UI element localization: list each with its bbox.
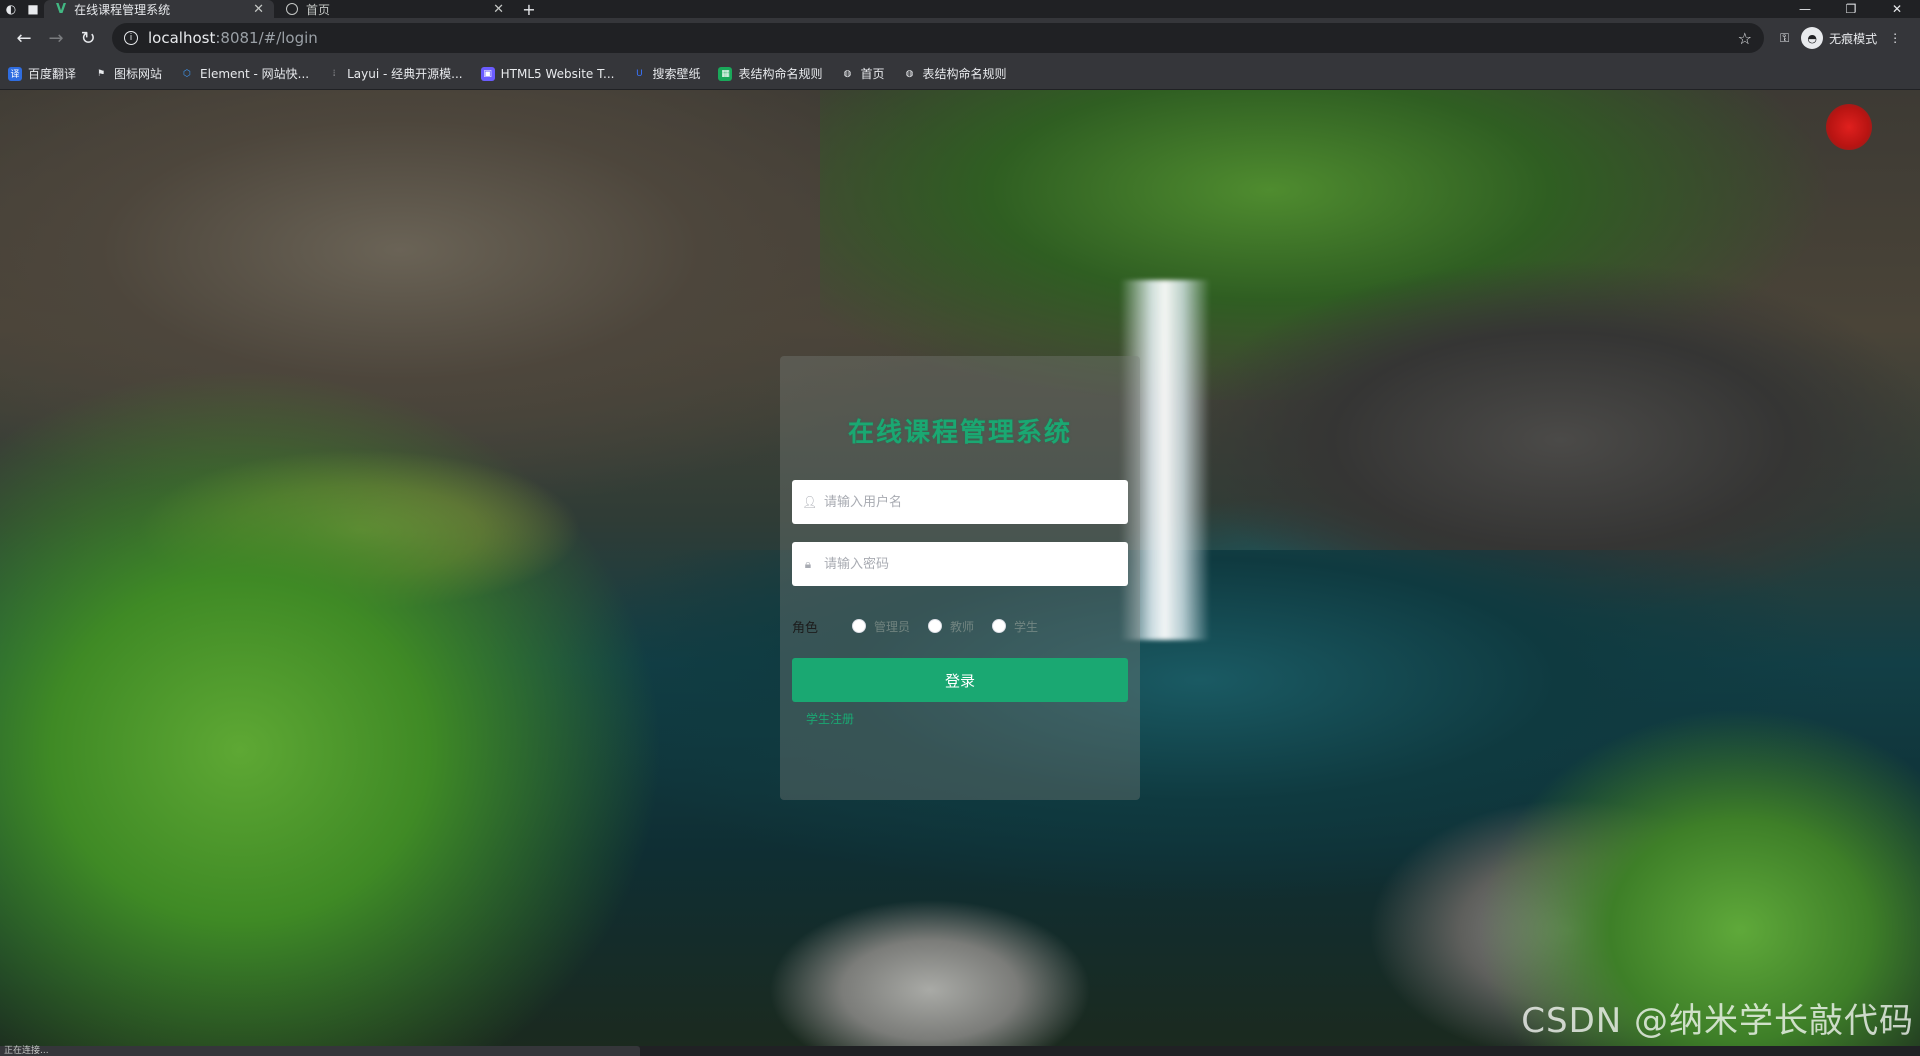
tab-home[interactable]: 首页 ✕ xyxy=(274,0,514,18)
layui-icon: ⦙ xyxy=(333,68,336,79)
cursor-highlight xyxy=(1826,104,1872,150)
role-radio-admin[interactable]: 管理员 xyxy=(852,618,910,635)
page-viewport: 在线课程管理系统 👤︎ 🔒︎ 角色 管理员 教师 学生 登录 xyxy=(0,90,1920,1046)
bookmark-label: 百度翻译 xyxy=(28,67,77,81)
username-field[interactable]: 👤︎ xyxy=(792,480,1128,524)
url-host: localhost xyxy=(148,29,216,47)
login-title: 在线课程管理系统 xyxy=(847,418,1072,448)
bookmark-item[interactable]: ▣ HTML5 Website T... xyxy=(480,66,615,81)
new-tab-button[interactable]: + xyxy=(514,0,544,19)
watermark: CSDN @纳米学长敲代码 xyxy=(1521,1001,1914,1041)
url-path: :8081/#/login xyxy=(215,29,318,47)
tab-course-system[interactable]: V 在线课程管理系统 ✕ xyxy=(44,0,274,18)
close-icon[interactable]: ✕ xyxy=(253,2,264,17)
back-button[interactable]: ← xyxy=(8,22,40,54)
reload-button[interactable]: ↻ xyxy=(72,22,104,54)
flag-icon: ⚑ xyxy=(96,68,106,79)
window-close-icon[interactable]: ✕ xyxy=(1874,0,1920,18)
baidu-translate-icon: 译 xyxy=(8,66,22,81)
tab-search-icon[interactable]: ◐ xyxy=(0,0,22,18)
student-register-link[interactable]: 学生注册 xyxy=(806,710,854,727)
role-radio-student[interactable]: 学生 xyxy=(992,618,1038,635)
bookmark-label: 首页 xyxy=(860,67,885,81)
incognito-icon: ◓ xyxy=(1801,27,1824,49)
more-menu-icon[interactable]: ⋮ xyxy=(1889,31,1901,45)
password-field[interactable]: 🔒︎ xyxy=(792,542,1128,586)
bookmark-label: Layui - 经典开源模... xyxy=(347,67,463,81)
bookmark-item[interactable]: ◍ 首页 xyxy=(840,65,885,82)
bookmark-star-icon[interactable]: ☆ xyxy=(1738,29,1752,48)
wallpaper-icon: U xyxy=(636,68,643,79)
window-menu-icon[interactable]: ■ xyxy=(22,0,44,18)
globe-icon: ◍ xyxy=(843,68,852,79)
radio-dot[interactable] xyxy=(928,619,943,633)
address-bar[interactable]: i localhost:8081/#/login ☆ xyxy=(112,23,1764,53)
bookmark-label: 搜索壁纸 xyxy=(652,67,701,81)
role-radio-teacher[interactable]: 教师 xyxy=(928,618,974,635)
ferns-left xyxy=(0,370,840,1046)
radio-label: 学生 xyxy=(1014,619,1039,634)
minimize-icon[interactable]: — xyxy=(1782,0,1828,18)
bookmark-item[interactable]: ◍ 表结构命名规则 xyxy=(903,65,1007,82)
key-icon[interactable]: ⚿ xyxy=(1780,31,1789,46)
login-button[interactable]: 登录 xyxy=(792,658,1128,702)
tab-title: 首页 xyxy=(306,2,331,17)
sheet-icon: ▦ xyxy=(718,66,733,81)
close-icon[interactable]: ✕ xyxy=(493,2,504,17)
window-controls: — ❐ ✕ xyxy=(1782,0,1920,18)
bookmark-item[interactable]: ⚑ 图标网站 xyxy=(94,65,162,82)
radio-label: 管理员 xyxy=(874,619,911,634)
globe-icon: ◍ xyxy=(905,68,914,79)
radio-dot[interactable] xyxy=(992,619,1007,633)
username-input[interactable] xyxy=(822,493,1118,511)
browser-toolbar: ← → ↻ i localhost:8081/#/login ☆ ⚿ ◓ 无痕模… xyxy=(0,18,1920,58)
bookmark-label: 表结构命名规则 xyxy=(738,67,823,81)
globe-icon xyxy=(286,3,298,15)
incognito-indicator[interactable]: ◓ 无痕模式 xyxy=(1801,27,1877,49)
role-selector: 角色 管理员 教师 学生 xyxy=(792,614,1128,638)
bookmark-label: 图标网站 xyxy=(114,67,163,81)
bookmark-label: Element - 网站快... xyxy=(200,67,310,81)
vue-icon: V xyxy=(56,1,67,17)
bookmark-label: 表结构命名规则 xyxy=(922,67,1007,81)
restore-icon[interactable]: ❐ xyxy=(1828,0,1874,18)
bookmark-item[interactable]: ⬡ Element - 网站快... xyxy=(180,65,309,82)
bookmark-item[interactable]: U 搜索壁纸 xyxy=(632,65,700,82)
role-label: 角色 xyxy=(792,620,819,636)
incognito-label: 无痕模式 xyxy=(1829,31,1878,46)
info-icon[interactable]: i xyxy=(124,31,138,45)
html5-icon: ▣ xyxy=(480,66,495,81)
forward-button[interactable]: → xyxy=(40,22,72,54)
element-icon: ⬡ xyxy=(183,68,191,79)
bookmark-item[interactable]: ▦ 表结构命名规则 xyxy=(718,65,822,82)
bookmark-item[interactable]: 译 百度翻译 xyxy=(8,65,76,82)
password-input[interactable] xyxy=(822,555,1118,573)
tab-strip: ◐ ■ V 在线课程管理系统 ✕ 首页 ✕ + — ❐ ✕ xyxy=(0,0,1920,19)
bookmarks-bar: 译 百度翻译 ⚑ 图标网站 ⬡ Element - 网站快... ⦙ Layui… xyxy=(0,58,1920,90)
bookmark-item[interactable]: ⦙ Layui - 经典开源模... xyxy=(327,65,463,82)
radio-dot[interactable] xyxy=(852,619,866,633)
status-bar: 正在连接... xyxy=(0,1046,640,1056)
tab-title: 在线课程管理系统 xyxy=(74,2,171,17)
radio-label: 教师 xyxy=(950,619,975,634)
bookmark-label: HTML5 Website T... xyxy=(500,66,615,81)
lock-icon: 🔒︎ xyxy=(804,556,812,571)
user-icon: 👤︎ xyxy=(802,495,818,509)
login-panel: 在线课程管理系统 👤︎ 🔒︎ 角色 管理员 教师 学生 登录 xyxy=(780,356,1140,800)
